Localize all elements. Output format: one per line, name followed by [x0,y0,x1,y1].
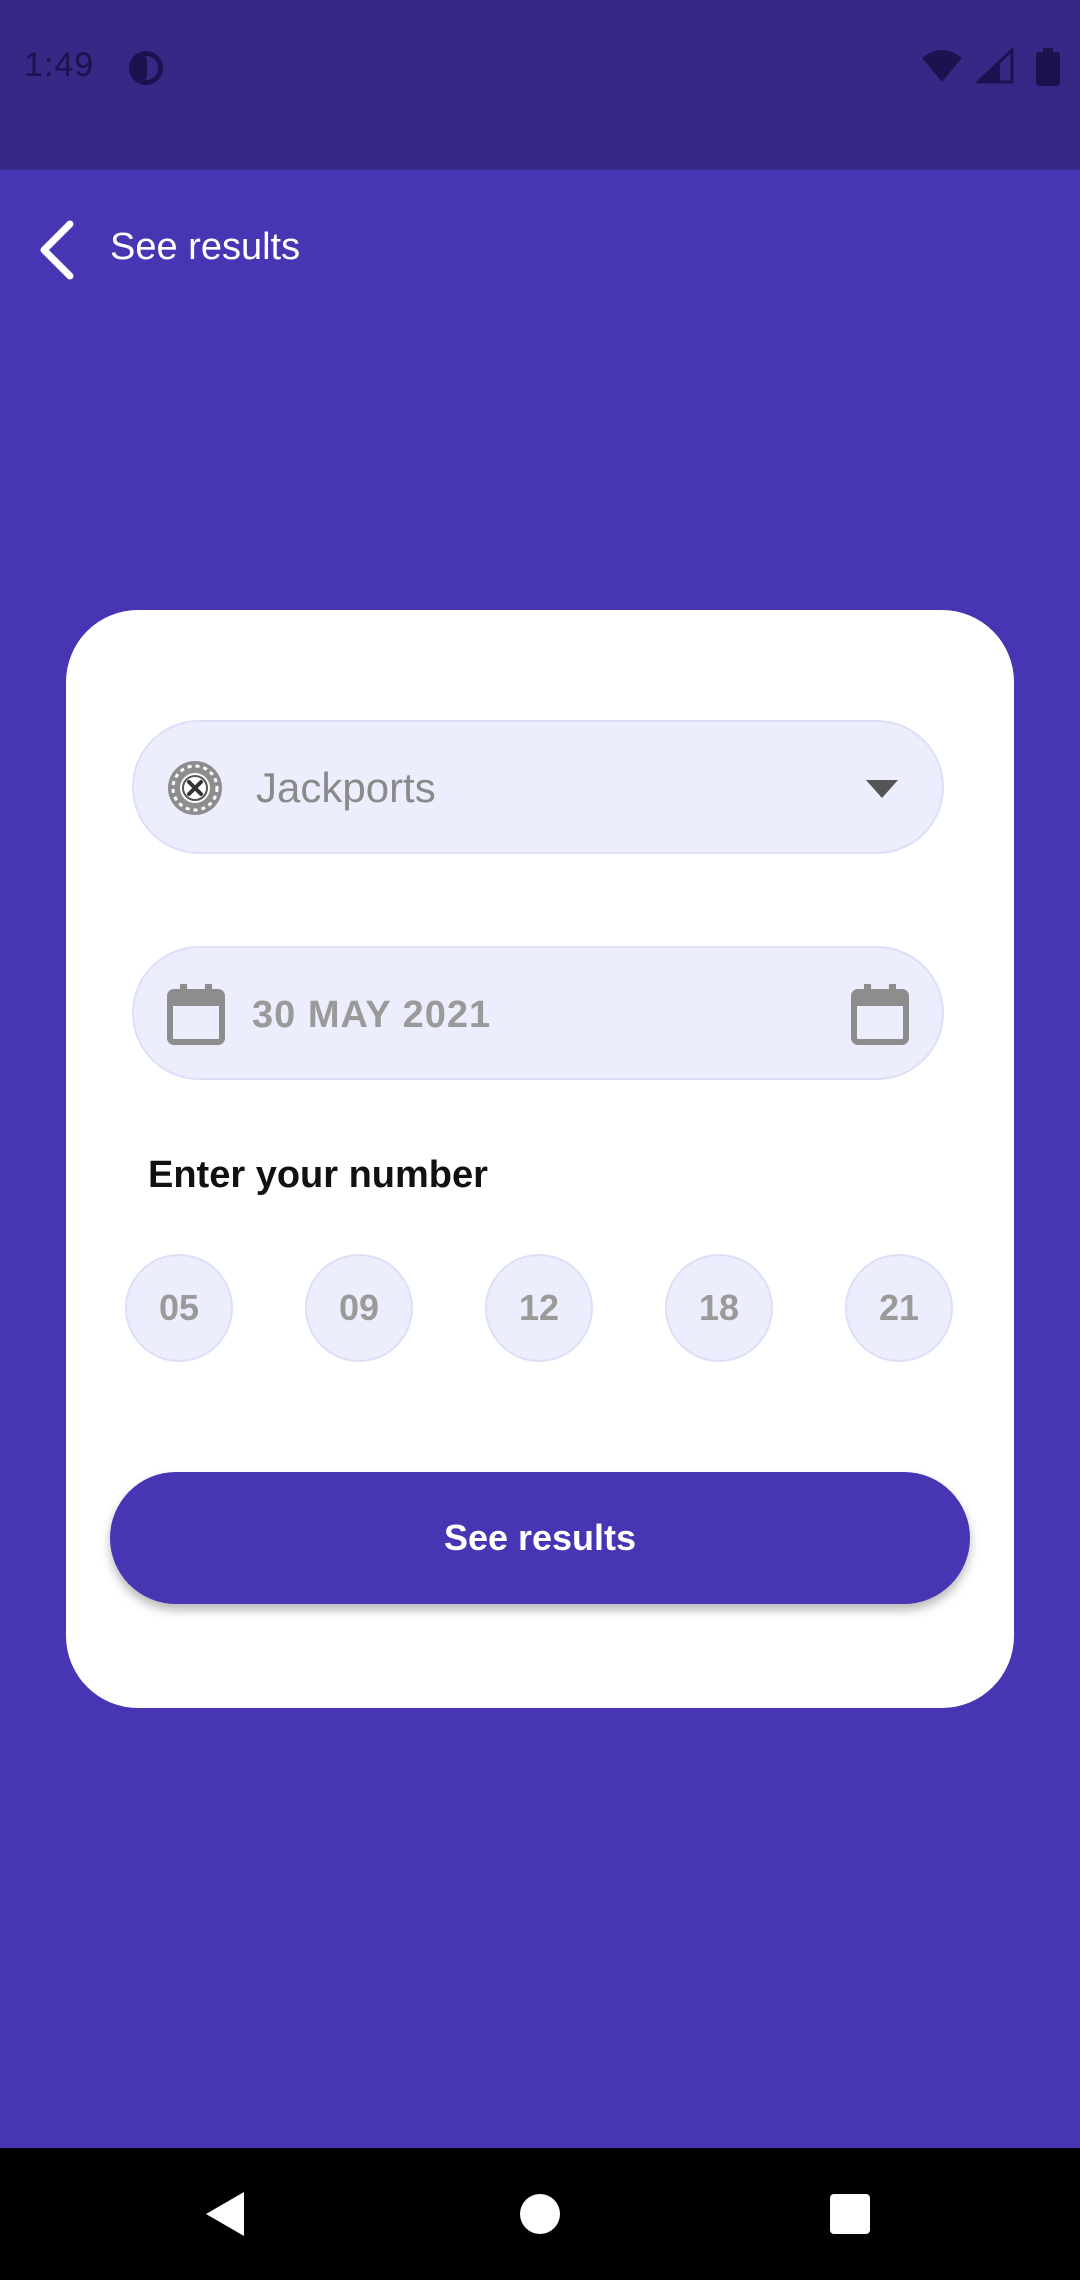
wifi-icon [922,50,962,82]
status-time: 1:49 [24,46,95,84]
lottery-select[interactable]: Jackports [132,720,944,854]
number-input-1[interactable]: 05 [125,1254,233,1362]
number-input-3[interactable]: 12 [485,1254,593,1362]
chevron-left-icon [40,220,74,280]
calendar-icon [167,984,225,1045]
date-value: 30 MAY 2021 [252,994,492,1036]
number-input-5[interactable]: 21 [845,1254,953,1362]
nav-home-icon[interactable] [520,2194,560,2234]
battery-icon [1036,48,1060,86]
calendar-icon[interactable] [850,984,910,1046]
date-picker-field[interactable]: 30 MAY 2021 [132,946,944,1080]
system-nav-bar [0,2148,1080,2280]
app-bar: See results [0,170,1080,330]
lottery-select-value: Jackports [256,764,436,811]
app-notification-icon [129,51,163,85]
nav-back-icon[interactable] [204,2190,246,2238]
status-bar: 1:49 [0,0,1080,170]
number-input-4[interactable]: 18 [665,1254,773,1362]
numbers-label: Enter your number [148,1154,488,1196]
caret-down-icon [866,780,898,798]
cell-signal-icon [976,48,1014,84]
see-results-button[interactable]: See results [110,1472,970,1604]
number-input-2[interactable]: 09 [305,1254,413,1362]
lottery-ball-icon [168,761,222,815]
nav-recents-icon[interactable] [830,2194,870,2234]
back-button[interactable] [28,210,98,290]
results-form-card: Jackports 30 MAY 2021 Enter your number … [66,610,1014,1708]
page-title: See results [110,226,301,268]
